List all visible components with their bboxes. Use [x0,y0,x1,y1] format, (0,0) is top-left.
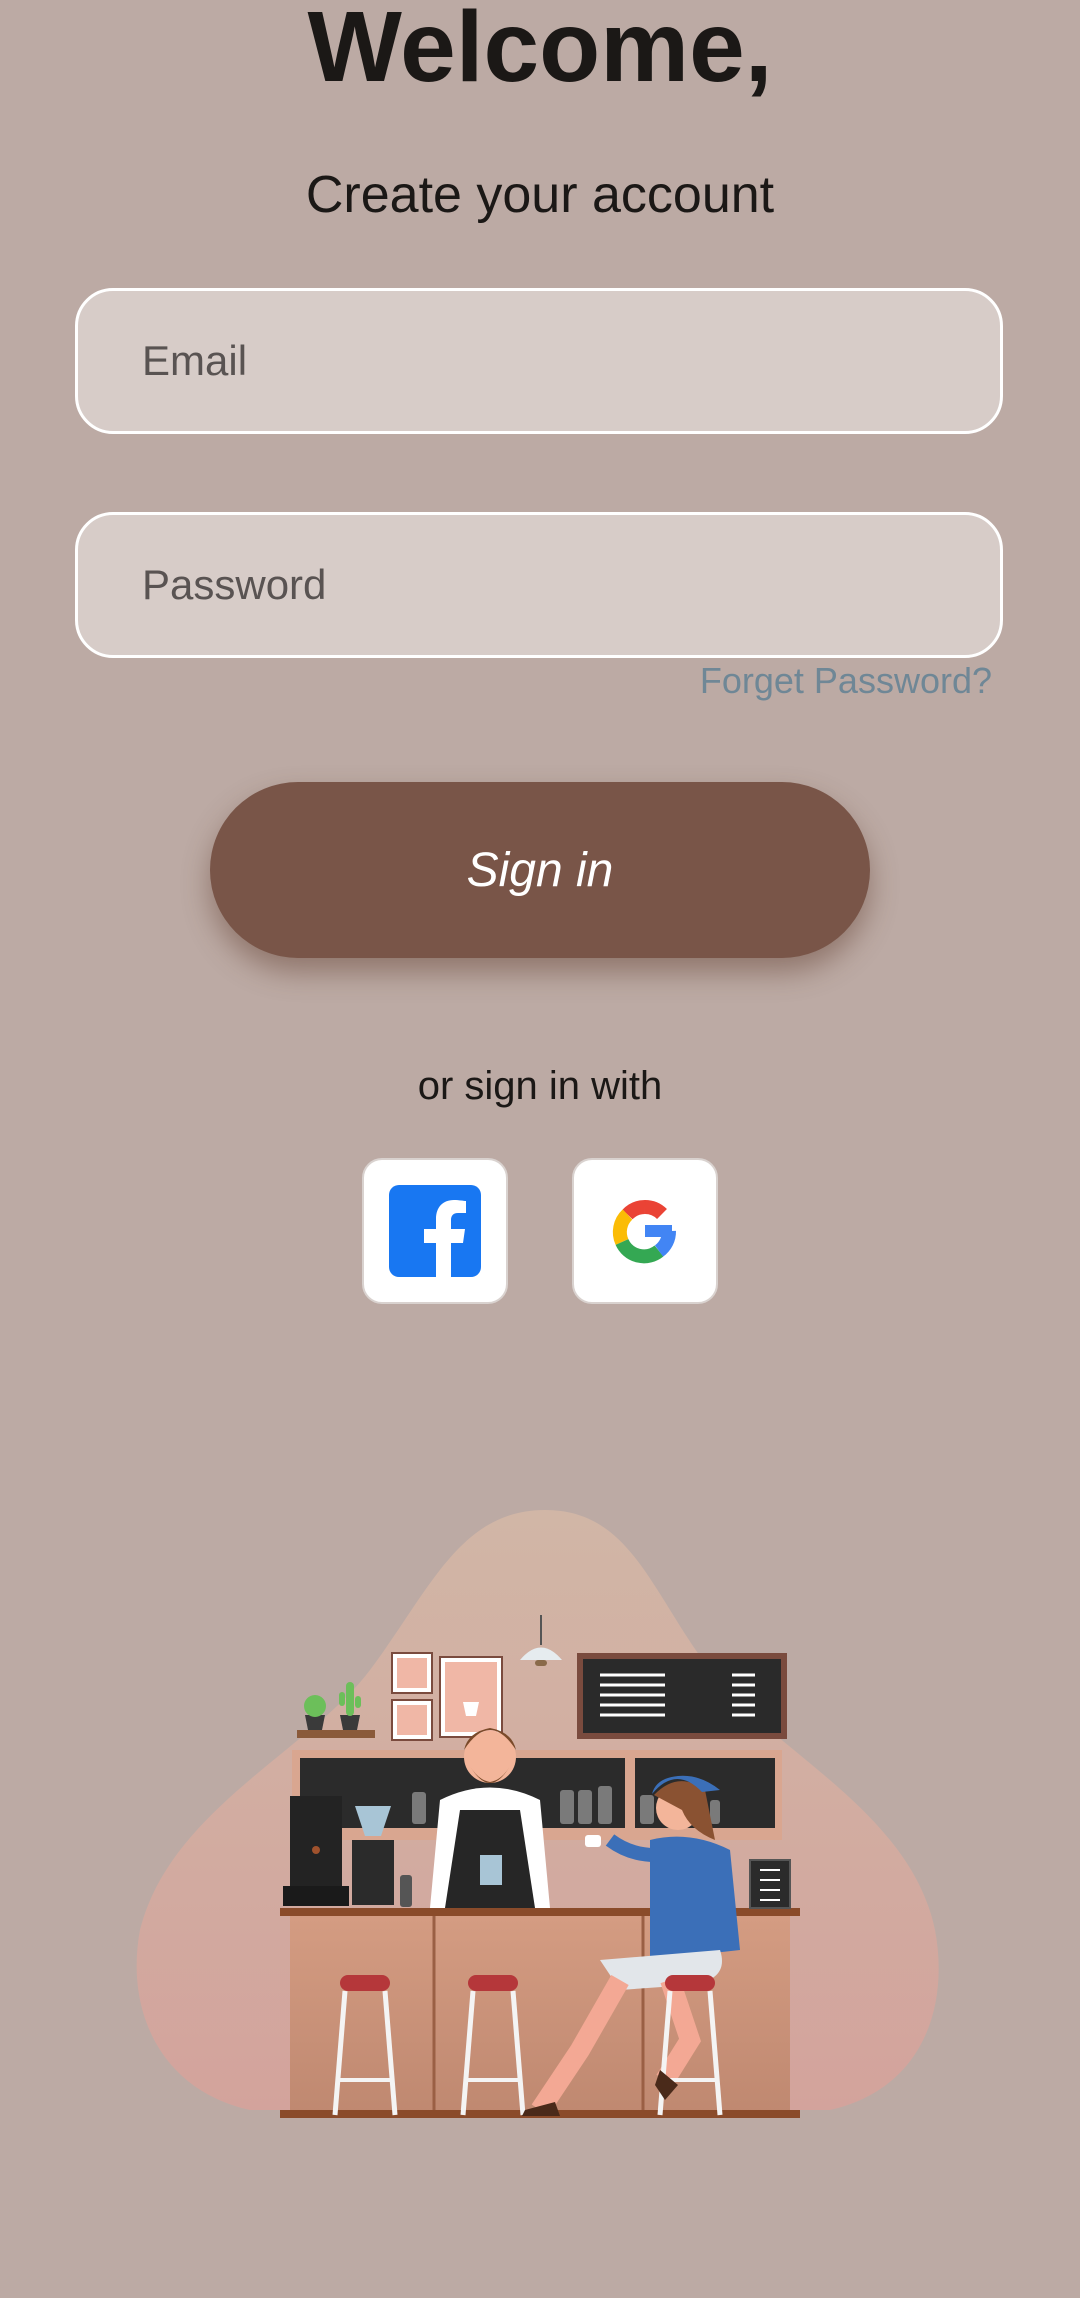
password-input[interactable] [140,560,1000,610]
password-field[interactable] [75,512,1003,658]
facebook-icon [389,1185,481,1277]
page-title: Welcome, [307,0,773,103]
sign-in-button[interactable]: Sign in [210,782,870,958]
coffee-shop-illustration [136,1510,939,2118]
forget-password-link[interactable]: Forget Password? [700,660,992,702]
email-input[interactable] [140,336,1000,386]
page-subtitle: Create your account [305,166,775,224]
social-divider-text: or sign in with [417,1064,663,1108]
email-field[interactable] [75,288,1003,434]
facebook-sign-in-button[interactable] [362,1158,508,1304]
google-sign-in-button[interactable] [572,1158,718,1304]
google-icon [612,1199,676,1264]
